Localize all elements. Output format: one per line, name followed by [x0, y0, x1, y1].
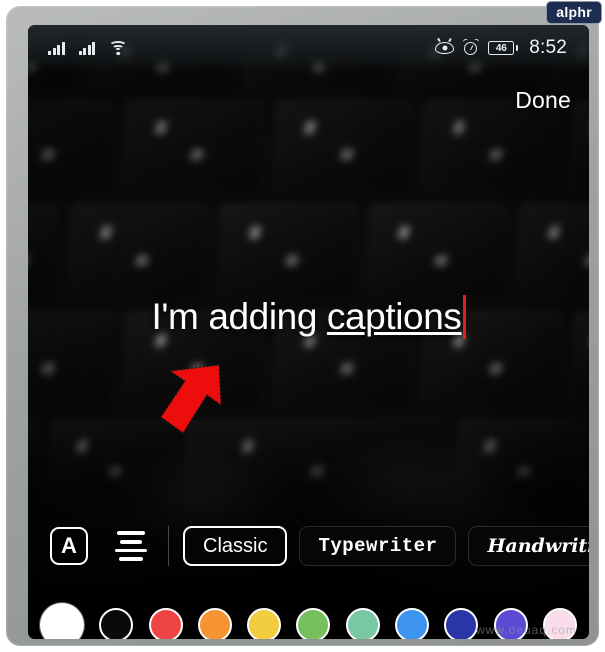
font-option-handwriting[interactable]: Handwriting	[468, 526, 589, 566]
battery-icon: 46	[488, 41, 519, 55]
font-option-classic[interactable]: Classic	[183, 526, 288, 566]
toolbar-divider	[168, 526, 169, 566]
caption-text-underlined: captions	[326, 296, 462, 337]
color-swatch-black[interactable]	[99, 608, 134, 639]
status-bar: 46 8:52	[28, 25, 589, 71]
caption-text-area[interactable]: I'm adding captions	[28, 295, 589, 339]
font-style-list: Classic Typewriter Handwriting	[183, 526, 589, 566]
wifi-icon	[109, 41, 127, 55]
alphr-logo-badge: alphr	[546, 1, 602, 24]
color-swatch-mint[interactable]	[345, 608, 380, 639]
caption-text-plain: I'm adding	[151, 296, 327, 337]
status-bar-right: 46 8:52	[435, 37, 567, 59]
site-watermark: www.deuaq.com	[475, 623, 577, 637]
color-swatch-white[interactable]	[40, 603, 84, 639]
caption-text[interactable]: I'm adding captions	[151, 295, 466, 339]
phone-screen: 46 8:52 Done I'm adding captions A Class…	[28, 25, 589, 639]
cellular-signal-icon	[48, 41, 65, 55]
device-bezel: 46 8:52 Done I'm adding captions A Class…	[6, 6, 599, 646]
text-alignment-icon[interactable]	[110, 529, 152, 563]
text-style-toolbar: A Classic Typewriter Handwriting	[28, 515, 589, 577]
color-swatch-orange[interactable]	[197, 608, 232, 639]
alarm-clock-icon	[462, 38, 480, 56]
photo-key-row	[28, 101, 589, 193]
font-option-typewriter[interactable]: Typewriter	[299, 526, 457, 566]
done-button[interactable]: Done	[515, 87, 571, 114]
color-swatch-light-blue[interactable]	[395, 608, 430, 639]
cellular-signal-icon	[78, 41, 95, 55]
photo-key-row	[28, 421, 589, 507]
color-swatch-yellow[interactable]	[247, 608, 282, 639]
status-bar-clock: 8:52	[529, 37, 567, 58]
text-caret	[462, 295, 466, 339]
eye-comfort-icon	[435, 37, 455, 55]
color-swatch-red[interactable]	[148, 608, 183, 639]
capitalization-icon[interactable]: A	[50, 527, 88, 565]
photo-key-row	[28, 205, 589, 301]
color-swatch-green[interactable]	[296, 608, 331, 639]
status-bar-left	[48, 41, 127, 55]
battery-level-label: 46	[488, 41, 515, 55]
color-swatch-dark-blue[interactable]	[444, 608, 479, 639]
